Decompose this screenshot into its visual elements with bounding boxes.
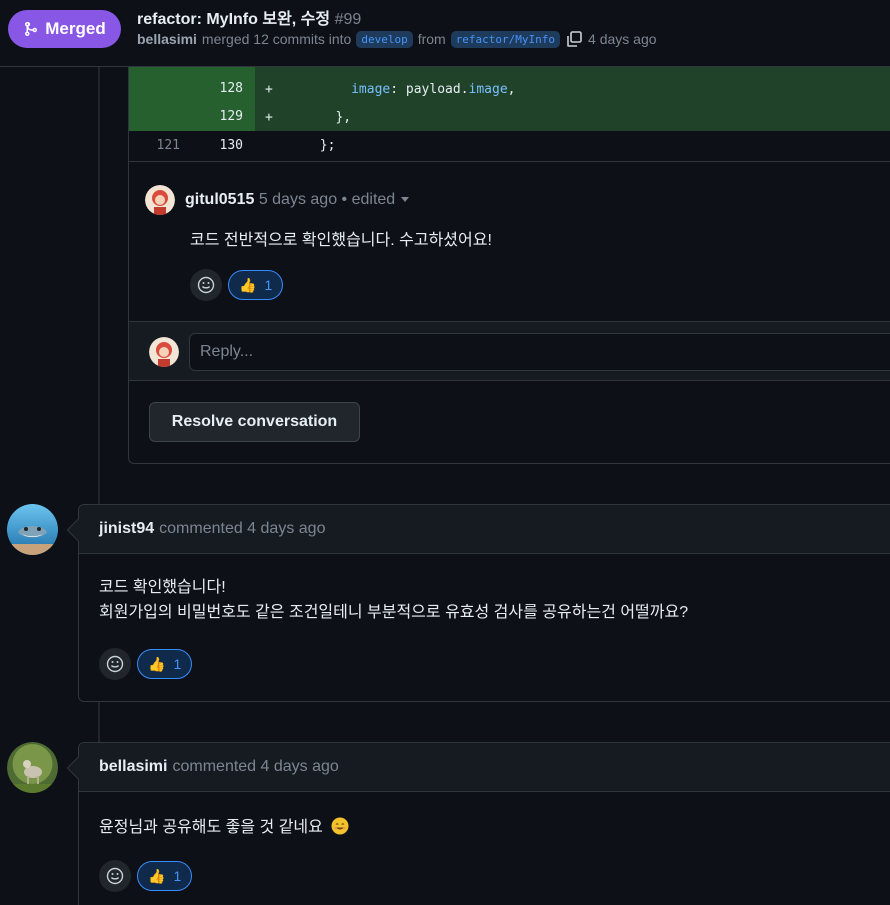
diff-code: + image: payload.image, xyxy=(265,81,516,97)
thumbs-up-icon: 👍 xyxy=(148,867,166,884)
comment-header: bellasimi commented 4 days ago xyxy=(79,743,890,792)
smiley-icon xyxy=(106,867,124,885)
base-branch-label[interactable]: develop xyxy=(356,30,413,48)
smiley-icon xyxy=(106,655,124,673)
merged-label: Merged xyxy=(45,19,106,38)
reply-input[interactable]: Reply... xyxy=(189,333,890,371)
avatar[interactable] xyxy=(145,185,175,215)
reaction-count: 1 xyxy=(173,868,182,884)
comment-body-line: 회원가입의 비밀번호도 같은 조건일테니 부분적으로 유효성 검사를 공유하는건… xyxy=(99,604,689,621)
thumbs-up-reaction[interactable]: 👍 1 xyxy=(137,861,193,891)
comment-time[interactable]: 5 days ago xyxy=(259,191,337,208)
diff-old-line-number[interactable]: 121 xyxy=(129,138,192,153)
diff-new-line-number[interactable]: 128 xyxy=(192,75,255,103)
smiley-icon xyxy=(197,276,215,294)
reaction-count: 1 xyxy=(264,277,273,293)
diff-row-partial xyxy=(129,67,890,75)
diff-code: + }, xyxy=(265,109,352,125)
pr-merge-info: bellasimi merged 12 commits into develop… xyxy=(137,30,657,48)
merge-author-link[interactable]: bellasimi xyxy=(137,31,197,47)
pr-title: refactor: MyInfo 보완, 수정 #99 xyxy=(137,5,361,29)
diff-old-line-number[interactable] xyxy=(129,75,192,103)
head-branch-label[interactable]: refactor/MyInfo xyxy=(450,30,561,48)
review-thread: 128 + image: payload.image, 129 + }, 121… xyxy=(128,67,890,464)
pr-sticky-header: Merged refactor: MyInfo 보완, 수정 #99 bella… xyxy=(0,0,890,67)
review-comment-body: 코드 전반적으로 확인했습니다. 수고하셨어요! xyxy=(190,232,492,249)
from-text: from xyxy=(417,31,446,47)
diff-new-line-number[interactable]: 130 xyxy=(192,138,255,153)
comment-header: jinist94 commented 4 days ago xyxy=(79,505,890,554)
timeline-comment: jinist94 commented 4 days ago 코드 확인했습니다!… xyxy=(66,504,890,702)
merge-text: merged 12 commits into xyxy=(201,31,352,47)
avatar xyxy=(149,337,179,367)
reaction-bar: 👍 1 xyxy=(99,648,193,680)
reaction-bar: 👍 1 xyxy=(190,269,284,301)
comment-time[interactable]: commented 4 days ago xyxy=(172,758,338,776)
pr-number: #99 xyxy=(334,11,362,28)
pr-title-text: refactor: MyInfo 보완, 수정 xyxy=(137,11,331,28)
thumbs-up-icon: 👍 xyxy=(239,276,257,293)
resolve-conversation-button[interactable]: Resolve conversation xyxy=(149,402,360,442)
comment-time[interactable]: commented 4 days ago xyxy=(159,520,325,538)
comment-body-line: 윤정님과 공유해도 좋을 것 같네요 xyxy=(99,819,323,836)
comment-body-line: 코드 확인했습니다! xyxy=(99,579,226,596)
diff-row: 129 + }, xyxy=(129,103,890,131)
diff-row: 121 130 }; xyxy=(129,131,890,159)
add-reaction-button[interactable] xyxy=(99,860,131,892)
review-comment-header: gitul0515 5 days ago • edited xyxy=(145,185,410,215)
reaction-count: 1 xyxy=(173,656,182,672)
avatar[interactable] xyxy=(7,504,58,555)
comment-author[interactable]: jinist94 xyxy=(99,520,154,538)
divider xyxy=(129,161,890,162)
copy-icon[interactable] xyxy=(565,30,583,48)
add-reaction-button[interactable] xyxy=(190,269,222,301)
smiling-face-emoji-icon xyxy=(331,817,349,835)
comment-author[interactable]: gitul0515 xyxy=(185,191,254,208)
reply-area: Reply... xyxy=(129,321,890,381)
diff-row: 128 + image: payload.image, xyxy=(129,75,890,103)
reaction-bar: 👍 1 xyxy=(99,860,193,892)
thumbs-up-reaction[interactable]: 👍 1 xyxy=(137,649,193,679)
diff-new-line-number[interactable]: 129 xyxy=(192,103,255,131)
diff-code: }; xyxy=(272,137,336,153)
merge-time: 4 days ago xyxy=(588,31,657,47)
edited-indicator[interactable]: • edited xyxy=(342,191,396,208)
diff-old-line-number[interactable] xyxy=(129,103,192,131)
chevron-down-icon[interactable] xyxy=(401,197,410,203)
avatar[interactable] xyxy=(7,742,58,793)
timeline-comment: bellasimi commented 4 days ago 윤정님과 공유해도… xyxy=(66,742,890,905)
thumbs-up-icon: 👍 xyxy=(148,655,166,672)
comment-body: 윤정님과 공유해도 좋을 것 같네요 xyxy=(99,816,349,840)
merged-status-badge: Merged xyxy=(8,10,121,48)
comment-author[interactable]: bellasimi xyxy=(99,758,167,776)
add-reaction-button[interactable] xyxy=(99,648,131,680)
thumbs-up-reaction[interactable]: 👍 1 xyxy=(228,270,284,300)
git-merge-icon xyxy=(25,21,38,37)
